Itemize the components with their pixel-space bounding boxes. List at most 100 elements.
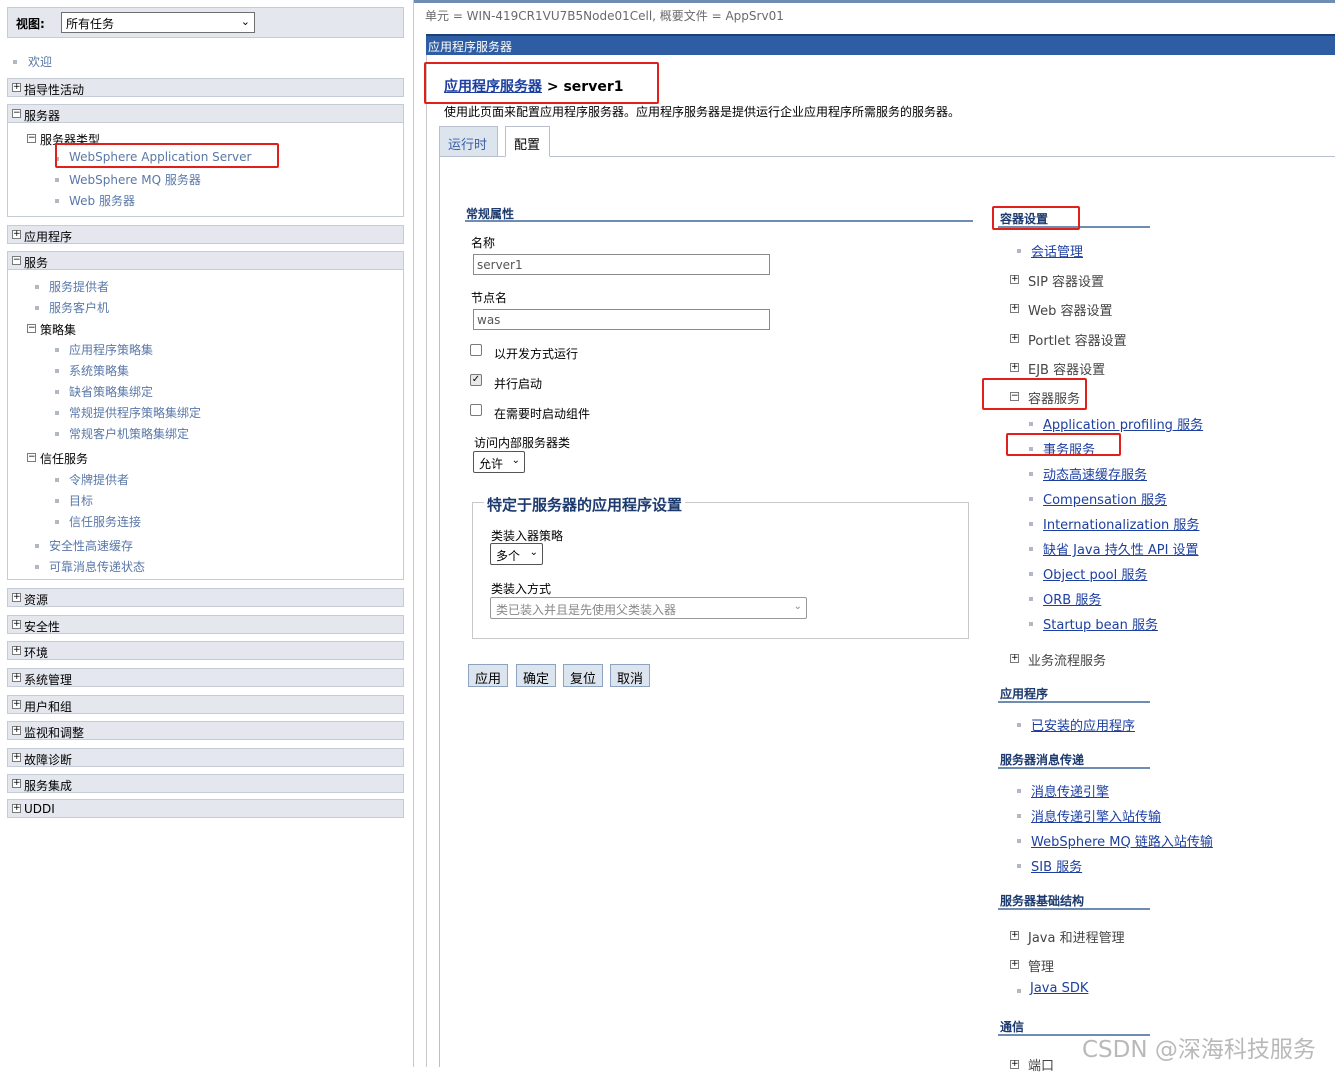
ejb-container-settings[interactable]: EJB 容器设置 (1028, 359, 1105, 378)
mq-link-inbound-link[interactable]: WebSphere MQ 链路入站传输 (1031, 831, 1213, 850)
bullet-icon (55, 478, 59, 482)
default-jpa-settings-link[interactable]: 缺省 Java 持久性 API 设置 (1043, 539, 1199, 558)
java-process-mgmt[interactable]: Java 和进程管理 (1028, 927, 1125, 946)
nav-default-policy-bindings[interactable]: 缺省策略集绑定 (69, 383, 153, 400)
name-field[interactable]: server1 (473, 254, 770, 275)
startup-bean-service-link[interactable]: Startup bean 服务 (1043, 614, 1158, 633)
node-name-field[interactable]: was (473, 309, 770, 330)
node-name-label: 节点名 (471, 291, 508, 305)
parallel-start-checkbox[interactable]: ✓ (470, 374, 482, 386)
nav-section-security[interactable]: + 安全性 (7, 615, 404, 634)
dev-mode-checkbox[interactable] (470, 344, 482, 356)
communications-header: 通信 (1000, 1020, 1025, 1034)
expand-icon[interactable]: + (1010, 654, 1019, 663)
java-sdk-link[interactable]: Java SDK (1030, 981, 1088, 996)
dynamic-cache-service-link[interactable]: 动态高速缓存服务 (1043, 464, 1147, 483)
nav-app-policy-sets[interactable]: 应用程序策略集 (69, 341, 153, 358)
web-container-settings[interactable]: Web 容器设置 (1028, 300, 1112, 319)
view-select[interactable]: 所有任务 ⌄ (61, 12, 255, 33)
nav-system-policy-sets[interactable]: 系统策略集 (69, 362, 129, 379)
installed-apps-link[interactable]: 已安装的应用程序 (1031, 715, 1135, 734)
bullet-icon (1029, 447, 1033, 451)
nav-section-integration[interactable]: + 服务集成 (7, 774, 404, 793)
nav-section-sysadmin[interactable]: + 系统管理 (7, 668, 404, 687)
nav-web-server[interactable]: Web 服务器 (69, 192, 135, 209)
nav-section-applications[interactable]: + 应用程序 (7, 225, 404, 244)
administration[interactable]: 管理 (1028, 956, 1054, 975)
nav-server-types[interactable]: 服务器类型 (40, 131, 100, 148)
ok-button[interactable]: 确定 (516, 664, 557, 687)
nav-websphere-app-server[interactable]: WebSphere Application Server (69, 150, 251, 164)
expand-icon[interactable]: + (1010, 304, 1019, 313)
nav-section-users[interactable]: + 用户和组 (7, 695, 404, 714)
bullet-icon (35, 306, 39, 310)
messaging-inbound-link[interactable]: 消息传递引擎入站传输 (1031, 806, 1161, 825)
nav-section-environment[interactable]: + 环境 (7, 641, 404, 660)
messaging-engines-link[interactable]: 消息传递引擎 (1031, 781, 1109, 800)
internationalization-service-link[interactable]: Internationalization 服务 (1043, 514, 1199, 533)
nav-section-monitoring[interactable]: + 监视和调整 (7, 721, 404, 740)
collapse-icon[interactable]: − (27, 134, 36, 143)
bullet-icon (1029, 472, 1033, 476)
nav-provider-policy-bindings[interactable]: 常规提供程序策略集绑定 (69, 404, 201, 421)
compensation-service-link[interactable]: Compensation 服务 (1043, 489, 1167, 508)
expand-icon: + (12, 229, 21, 239)
object-pool-service-link[interactable]: Object pool 服务 (1043, 564, 1147, 583)
bullet-icon (1017, 723, 1021, 727)
expand-icon[interactable]: + (1010, 1060, 1019, 1069)
nav-client-policy-bindings[interactable]: 常规客户机策略集绑定 (69, 425, 189, 442)
nav-section-troubleshooting[interactable]: + 故障诊断 (7, 748, 404, 767)
nav-section-services[interactable]: − 服务 (7, 251, 404, 270)
internal-class-select[interactable]: 允许 ⌄ (473, 451, 525, 473)
classloader-policy-value: 多个 (496, 549, 521, 563)
tab-config[interactable]: 配置 (505, 126, 550, 157)
nav-service-clients[interactable]: 服务客户机 (49, 299, 109, 316)
nav-token-providers[interactable]: 令牌提供者 (69, 471, 129, 488)
tab-runtime[interactable]: 运行时 (439, 126, 498, 157)
nav-service-providers[interactable]: 服务提供者 (49, 278, 109, 295)
nav-section-guided[interactable]: + 指导性活动 (7, 78, 404, 97)
sip-container-settings[interactable]: SIP 容器设置 (1028, 271, 1104, 290)
expand-icon: + (12, 803, 21, 813)
cancel-button[interactable]: 取消 (610, 664, 651, 687)
breadcrumb-current: > server1 (542, 79, 624, 95)
nav-trust-service[interactable]: 信任服务 (40, 450, 88, 467)
nav-welcome-link[interactable]: 欢迎 (28, 53, 52, 70)
container-services[interactable]: 容器服务 (1028, 388, 1080, 407)
portlet-container-settings[interactable]: Portlet 容器设置 (1028, 330, 1127, 349)
page-description: 使用此页面来配置应用程序服务器。应用程序服务器是提供运行企业应用程序所需服务的服… (444, 105, 961, 119)
nav-targets[interactable]: 目标 (69, 492, 93, 509)
classloading-mode-select[interactable]: 类已装入并且是先使用父类装入器 ⌄ (490, 597, 807, 619)
sib-service-link[interactable]: SIB 服务 (1031, 856, 1082, 875)
expand-icon: + (12, 752, 21, 762)
orb-service-link[interactable]: ORB 服务 (1043, 589, 1101, 608)
expand-icon[interactable]: + (1010, 275, 1019, 284)
collapse-icon[interactable]: − (27, 453, 36, 462)
nav-section-uddi[interactable]: + UDDI (7, 799, 404, 818)
nav-section-servers[interactable]: − 服务器 (7, 104, 404, 123)
business-process-services[interactable]: 业务流程服务 (1028, 650, 1106, 669)
expand-icon[interactable]: + (1010, 363, 1019, 372)
transaction-service-link[interactable]: 事务服务 (1043, 439, 1095, 458)
app-profiling-service-link[interactable]: Application profiling 服务 (1043, 414, 1203, 433)
session-mgmt-link[interactable]: 会话管理 (1031, 241, 1083, 260)
nav-policy-sets[interactable]: 策略集 (40, 321, 76, 338)
nav-security-cache[interactable]: 安全性高速缓存 (49, 537, 133, 554)
bullet-icon (1029, 572, 1033, 576)
nav-websphere-mq-server[interactable]: WebSphere MQ 服务器 (69, 171, 201, 188)
apply-button[interactable]: 应用 (468, 664, 509, 687)
reset-button[interactable]: 复位 (563, 664, 604, 687)
nav-reliable-messaging[interactable]: 可靠消息传递状态 (49, 558, 145, 575)
ports[interactable]: 端口 (1028, 1055, 1054, 1074)
section-divider (998, 701, 1150, 703)
expand-icon[interactable]: + (1010, 931, 1019, 940)
collapse-icon[interactable]: − (1010, 392, 1019, 401)
nav-section-resources[interactable]: + 资源 (7, 588, 404, 607)
expand-icon[interactable]: + (1010, 960, 1019, 969)
on-demand-checkbox[interactable] (470, 404, 482, 416)
nav-trust-connections[interactable]: 信任服务连接 (69, 513, 141, 530)
collapse-icon[interactable]: − (27, 324, 36, 333)
expand-icon[interactable]: + (1010, 334, 1019, 343)
classloader-policy-select[interactable]: 多个 ⌄ (490, 543, 543, 565)
breadcrumb-app-servers-link[interactable]: 应用程序服务器 (444, 79, 542, 95)
